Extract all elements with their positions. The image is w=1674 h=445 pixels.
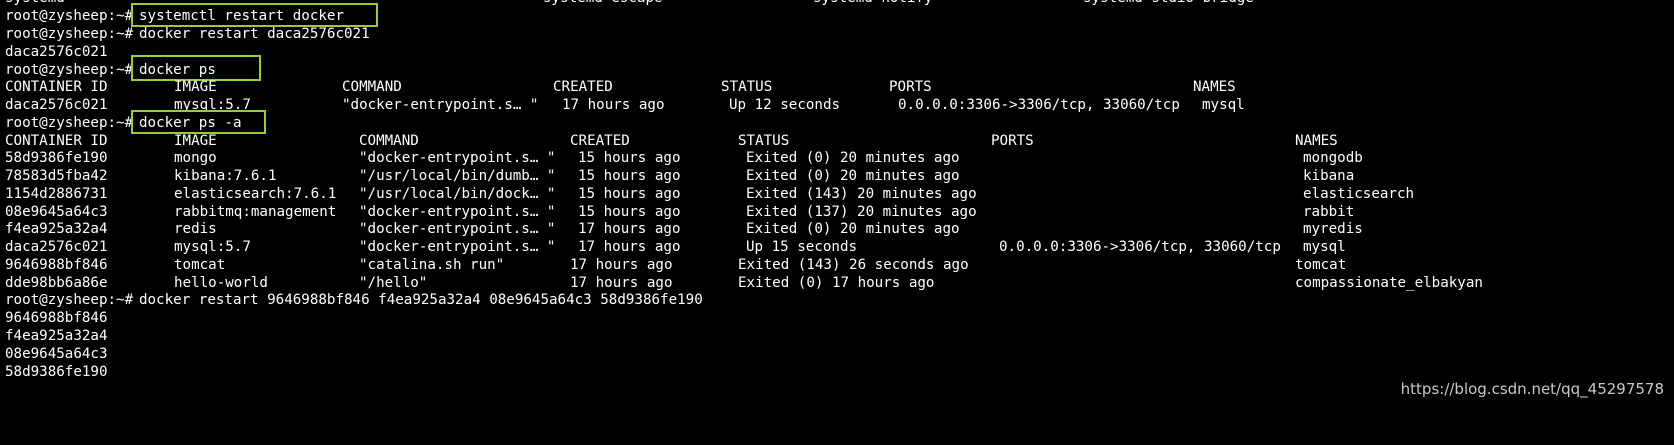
terminal-window[interactable]: systemd systemd-escape systemd-notify sy…	[0, 0, 1674, 406]
command-cell: "docker-entrypoint.s… "	[342, 97, 539, 113]
command-cell: "catalina.sh run"	[359, 257, 505, 273]
command-output: 58d9386fe190	[5, 364, 108, 380]
command-cell: "docker-entrypoint.s… "	[359, 239, 556, 255]
column-header: STATUS	[721, 79, 773, 95]
column-header: COMMAND	[342, 79, 402, 95]
status-cell: Exited (143) 20 minutes ago	[746, 186, 977, 202]
image-cell: mysql:5.7	[174, 97, 251, 113]
status-cell: Exited (0) 20 minutes ago	[746, 168, 960, 184]
command-cell: "/usr/local/bin/dumb… "	[359, 168, 556, 184]
terminal-line: root@zysheep:~# docker restart daca2576c…	[0, 25, 1674, 44]
command-output: f4ea925a32a4	[5, 328, 108, 344]
command-text: systemctl restart docker	[139, 8, 344, 24]
created-cell: 15 hours ago	[578, 168, 681, 184]
command-cell: "docker-entrypoint.s… "	[359, 150, 556, 166]
psa-row: 58d9386fe190 mongo "docker-entrypoint.s……	[0, 149, 1674, 168]
terminal-line: 9646988bf846	[0, 309, 1674, 328]
column-header: IMAGE	[174, 79, 217, 95]
status-cell: Exited (0) 20 minutes ago	[746, 150, 960, 166]
names-cell: mysql	[1202, 97, 1245, 113]
container-id-cell: 58d9386fe190	[5, 150, 108, 166]
status-cell: Exited (0) 20 minutes ago	[746, 221, 960, 237]
created-cell: 15 hours ago	[578, 186, 681, 202]
psa-row: daca2576c021 mysql:5.7 "docker-entrypoin…	[0, 238, 1674, 257]
command-cell: "docker-entrypoint.s… "	[359, 221, 556, 237]
names-cell: mongodb	[1303, 150, 1363, 166]
command-output: 08e9645a64c3	[5, 346, 108, 362]
column-header: CONTAINER ID	[5, 79, 108, 95]
status-cell: Up 15 seconds	[746, 239, 858, 255]
names-cell: kibana	[1303, 168, 1355, 184]
container-id-cell: 9646988bf846	[5, 257, 108, 273]
terminal-line: f4ea925a32a4	[0, 327, 1674, 346]
psa-row: 1154d2886731 elasticsearch:7.6.1 "/usr/l…	[0, 185, 1674, 204]
container-id-cell: daca2576c021	[5, 239, 108, 255]
command-output: 9646988bf846	[5, 310, 108, 326]
status-cell: Exited (143) 26 seconds ago	[738, 257, 969, 273]
shell-prompt: root@zysheep:~#	[5, 292, 134, 308]
names-cell: mysql	[1303, 239, 1346, 255]
ps-header-row: CONTAINER ID IMAGE COMMAND CREATED STATU…	[0, 78, 1674, 97]
names-cell: myredis	[1303, 221, 1363, 237]
command-cell: "/usr/local/bin/dock… "	[359, 186, 556, 202]
command-output: daca2576c021	[5, 44, 108, 60]
created-cell: 17 hours ago	[562, 97, 665, 113]
image-cell: mysql:5.7	[174, 239, 251, 255]
terminal-line: root@zysheep:~# docker ps -a	[0, 114, 1674, 133]
names-cell: elasticsearch	[1303, 186, 1415, 202]
ps-row: daca2576c021 mysql:5.7 "docker-entrypoin…	[0, 96, 1674, 115]
terminal-line: daca2576c021	[0, 43, 1674, 62]
ports-cell: 0.0.0.0:3306->3306/tcp, 33060/tcp	[999, 239, 1281, 255]
command-text: docker restart daca2576c021	[139, 26, 370, 42]
ports-cell: 0.0.0.0:3306->3306/tcp, 33060/tcp	[898, 97, 1180, 113]
image-cell: mongo	[174, 150, 217, 166]
shell-prompt: root@zysheep:~#	[5, 8, 134, 24]
shell-prompt: root@zysheep:~#	[5, 115, 134, 131]
command-text: docker ps -a	[139, 115, 242, 131]
terminal-line: root@zysheep:~# systemctl restart docker	[0, 7, 1674, 26]
container-id-cell: 1154d2886731	[5, 186, 108, 202]
column-header: NAMES	[1193, 79, 1236, 95]
image-cell: tomcat	[174, 257, 226, 273]
shell-prompt: root@zysheep:~#	[5, 26, 134, 42]
created-cell: 17 hours ago	[578, 239, 681, 255]
command-text: docker restart 9646988bf846 f4ea925a32a4…	[139, 292, 703, 308]
psa-row: f4ea925a32a4 redis "docker-entrypoint.s……	[0, 220, 1674, 239]
terminal-line: 08e9645a64c3	[0, 345, 1674, 364]
column-header: PORTS	[889, 79, 932, 95]
created-cell: 17 hours ago	[578, 221, 681, 237]
psa-row: 78583d5fba42 kibana:7.6.1 "/usr/local/bi…	[0, 167, 1674, 186]
created-cell: 17 hours ago	[570, 257, 673, 273]
created-cell: 15 hours ago	[578, 150, 681, 166]
container-id-cell: daca2576c021	[5, 97, 108, 113]
watermark-text: https://blog.csdn.net/qq_45297578	[1400, 380, 1664, 398]
image-cell: kibana:7.6.1	[174, 168, 277, 184]
image-cell: elasticsearch:7.6.1	[174, 186, 337, 202]
column-header: CREATED	[553, 79, 613, 95]
container-id-cell: f4ea925a32a4	[5, 221, 108, 237]
names-cell: tomcat	[1295, 257, 1347, 273]
psa-row: 9646988bf846 tomcat "catalina.sh run" 17…	[0, 256, 1674, 275]
container-id-cell: 78583d5fba42	[5, 168, 108, 184]
image-cell: redis	[174, 221, 217, 237]
terminal-line: root@zysheep:~# docker restart 9646988bf…	[0, 291, 1674, 310]
status-cell: Up 12 seconds	[729, 97, 841, 113]
